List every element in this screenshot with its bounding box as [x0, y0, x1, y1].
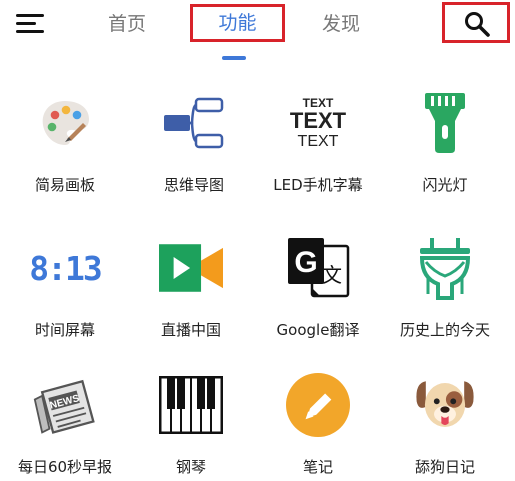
feature-item-mind-map[interactable]: 思维导图	[130, 88, 258, 218]
led-text-line: TEXT	[302, 95, 334, 110]
mindmap-icon	[162, 88, 226, 158]
note-pencil-icon	[286, 370, 350, 440]
feature-item-live-china[interactable]: 直播中国	[127, 233, 255, 363]
menu-icon[interactable]	[14, 12, 48, 36]
feature-item-notes[interactable]: 笔记	[254, 370, 382, 481]
live-video-icon	[159, 233, 223, 303]
tab-functions[interactable]: 功能	[190, 4, 285, 42]
newspaper-icon: NEWS	[33, 370, 97, 440]
led-text-line: TEXT	[289, 107, 347, 133]
feature-label: LED手机字幕	[273, 176, 363, 194]
tab-discover[interactable]: 发现	[312, 8, 370, 42]
flashlight-icon	[413, 88, 477, 158]
feature-label: 简易画板	[34, 176, 95, 194]
feature-item-led-subtitle[interactable]: TEXT TEXT TEXT LED手机字幕	[254, 88, 382, 218]
top-bar: 首页 功能 发现	[0, 0, 515, 62]
led-text-icon: TEXT TEXT TEXT	[286, 88, 350, 158]
feature-item-history-today[interactable]: 历史上的今天	[381, 233, 509, 363]
feature-item-daily-news[interactable]: NEWS 每日60秒早报	[1, 370, 129, 481]
search-icon	[465, 12, 490, 37]
feature-label: 钢琴	[175, 458, 206, 476]
feature-item-flashlight[interactable]: 闪光灯	[381, 88, 509, 218]
menu-line	[16, 22, 36, 25]
feature-label: 闪光灯	[422, 176, 468, 194]
menu-line	[16, 14, 44, 17]
wen-glyph: 文	[322, 263, 342, 287]
feature-label: 舔狗日记	[414, 458, 475, 476]
piano-icon	[159, 370, 223, 440]
feature-item-google-translate[interactable]: G 文 Google翻译	[254, 233, 382, 363]
feature-item-time-screen[interactable]: 8:13 时间屏幕	[1, 233, 129, 363]
feature-label: 时间屏幕	[34, 321, 95, 339]
led-text-line: TEXT	[297, 132, 339, 150]
history-today-icon	[413, 233, 477, 303]
google-translate-icon: G 文	[286, 233, 350, 303]
feature-label: 思维导图	[163, 176, 224, 194]
search-button[interactable]	[442, 2, 510, 43]
tab-home[interactable]: 首页	[98, 8, 156, 42]
google-g-glyph: G	[294, 246, 317, 279]
feature-item-piano[interactable]: 钢琴	[127, 370, 255, 481]
feature-label: 每日60秒早报	[17, 458, 113, 476]
palette-icon	[33, 88, 97, 158]
feature-item-dog-diary[interactable]: 舔狗日记	[381, 370, 509, 481]
feature-label: Google翻译	[276, 321, 360, 339]
feature-label: 历史上的今天	[399, 321, 490, 339]
menu-line	[16, 30, 44, 33]
dog-face-icon	[413, 370, 477, 440]
feature-label: 笔记	[302, 458, 333, 476]
clock-digits-icon: 8:13	[29, 233, 102, 303]
clock-digits-text: 8:13	[29, 248, 102, 288]
feature-label: 直播中国	[160, 321, 221, 339]
feature-item-drawing-board[interactable]: 简易画板	[1, 88, 129, 218]
active-tab-indicator	[222, 56, 246, 60]
